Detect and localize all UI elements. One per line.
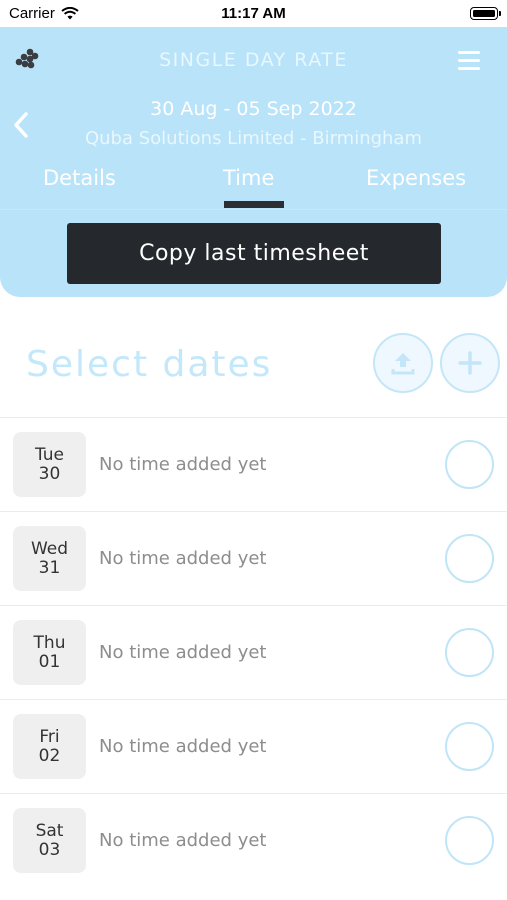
date-range: 30 Aug - 05 Sep 2022 [150, 98, 357, 120]
day-select-checkbox[interactable] [445, 628, 494, 677]
list-item[interactable]: Thu 01 No time added yet [0, 605, 507, 699]
day-weekday: Thu [33, 632, 66, 653]
select-dates-title: Select dates [26, 344, 273, 385]
add-button[interactable] [440, 333, 500, 393]
day-date: 02 [38, 745, 61, 766]
list-item[interactable]: Fri 02 No time added yet [0, 699, 507, 793]
page-title: SINGLE DAY RATE [159, 49, 348, 71]
day-badge: Fri 02 [13, 714, 86, 779]
day-weekday: Tue [34, 444, 65, 465]
list-item[interactable]: Tue 30 No time added yet [0, 417, 507, 511]
day-date: 03 [38, 839, 61, 860]
day-status: No time added yet [99, 548, 267, 569]
day-date: 01 [38, 651, 61, 672]
day-badge: Thu 01 [13, 620, 86, 685]
status-time: 11:17 AM [221, 5, 286, 22]
day-status: No time added yet [99, 454, 267, 475]
upload-button[interactable] [373, 333, 433, 393]
day-badge: Sat 03 [13, 808, 86, 873]
company-name: Quba Solutions Limited - Birmingham [84, 128, 423, 149]
day-badge: Tue 30 [13, 432, 86, 497]
header-divider [0, 209, 507, 210]
day-status: No time added yet [99, 830, 267, 851]
day-date: 31 [38, 557, 61, 578]
screen: Carrier 11:17 AM SINGLE DAY RATE 30 Aug … [0, 0, 507, 900]
day-select-checkbox[interactable] [445, 816, 494, 865]
day-status: No time added yet [99, 642, 267, 663]
list-item[interactable]: Sat 03 No time added yet [0, 793, 507, 887]
list-item[interactable]: Wed 31 No time added yet [0, 511, 507, 605]
plus-icon [458, 351, 482, 375]
active-tab-indicator [224, 201, 284, 208]
day-weekday: Sat [35, 820, 64, 841]
day-select-checkbox[interactable] [445, 534, 494, 583]
day-weekday: Wed [30, 538, 69, 559]
tab-expenses[interactable]: Expenses [366, 166, 466, 190]
day-date: 30 [38, 463, 61, 484]
day-select-checkbox[interactable] [445, 440, 494, 489]
day-select-checkbox[interactable] [445, 722, 494, 771]
header: SINGLE DAY RATE 30 Aug - 05 Sep 2022 Qub… [0, 27, 507, 297]
upload-icon [391, 353, 415, 375]
status-bar: Carrier 11:17 AM [0, 0, 507, 27]
copy-last-timesheet-button[interactable]: Copy last timesheet [67, 223, 441, 284]
battery-icon [470, 7, 501, 20]
day-badge: Wed 31 [13, 526, 86, 591]
tab-time[interactable]: Time [223, 166, 274, 190]
day-weekday: Fri [39, 726, 60, 747]
tab-details[interactable]: Details [43, 166, 116, 190]
day-status: No time added yet [99, 736, 267, 757]
menu-icon[interactable] [458, 51, 480, 70]
